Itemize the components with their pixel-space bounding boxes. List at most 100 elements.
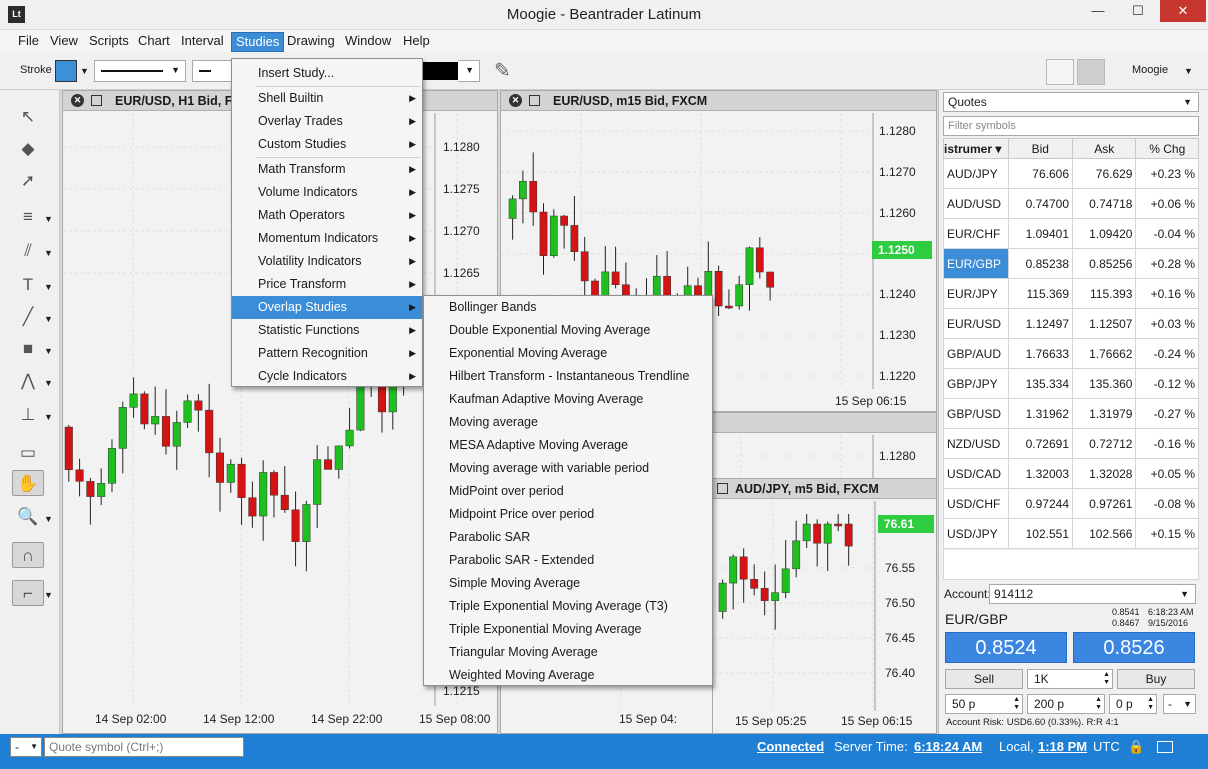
overlap-studies-item[interactable]: Exponential Moving Average <box>424 342 712 365</box>
studies-menu-item[interactable]: Math Transform <box>232 158 422 181</box>
overlap-studies-item[interactable]: Bollinger Bands <box>424 296 712 319</box>
studies-menu-item[interactable]: Pattern Recognition <box>232 342 422 365</box>
studies-menu-item[interactable]: Volatility Indicators <box>232 250 422 273</box>
maximize-button[interactable]: ☐ <box>1124 0 1152 22</box>
connection-status[interactable]: Connected <box>757 739 824 754</box>
menu-help[interactable]: Help <box>399 32 434 52</box>
quote-symbol-input[interactable]: Quote symbol (Ctrl+;) <box>44 737 244 757</box>
chart-audjpy-m5[interactable]: AUD/JPY, m5 Bid, FXCM 76.61 76.55 76.50 … <box>712 478 937 734</box>
lock-icon[interactable]: 🔒 <box>1128 739 1144 755</box>
server-time[interactable]: 6:18:24 AM <box>914 739 982 754</box>
overlap-studies-item[interactable]: Triple Exponential Moving Average <box>424 618 712 641</box>
quote-row[interactable]: USD/CAD 1.32003 1.32028 +0.05 % <box>943 458 1199 489</box>
local-time[interactable]: 1:18 PM <box>1038 739 1087 754</box>
trendline-icon[interactable]: ╱ <box>12 304 44 330</box>
arrow-tool-icon[interactable]: ➚ <box>12 168 44 194</box>
lock-draw-icon[interactable]: ⌐ <box>12 580 44 606</box>
quote-row[interactable]: USD/CHF 0.97244 0.97261 -0.08 % <box>943 488 1199 519</box>
menu-file[interactable]: File <box>14 32 43 52</box>
quote-type-select[interactable]: - ▼ <box>10 737 42 757</box>
overlap-studies-item[interactable]: Parabolic SAR <box>424 526 712 549</box>
buy-price-button[interactable]: 0.8526 <box>1073 632 1195 663</box>
studies-menu-item[interactable]: Insert Study... <box>232 62 422 85</box>
menu-chart[interactable]: Chart <box>134 32 174 52</box>
ruler-icon[interactable]: ▭ <box>12 440 44 466</box>
quote-row[interactable]: NZD/USD 0.72691 0.72712 -0.16 % <box>943 428 1199 459</box>
filter-symbols-input[interactable]: Filter symbols <box>943 116 1199 136</box>
quote-row[interactable]: USD/JPY 102.551 102.566 +0.15 % <box>943 518 1199 549</box>
studies-menu-item[interactable]: Custom Studies <box>232 133 422 156</box>
chevron-down-icon[interactable]: ▼ <box>80 66 89 76</box>
studies-menu-item[interactable]: Volume Indicators <box>232 181 422 204</box>
quote-row[interactable]: EUR/CHF 1.09401 1.09420 -0.04 % <box>943 218 1199 249</box>
studies-menu-item[interactable]: Math Operators <box>232 204 422 227</box>
lines-icon[interactable]: ≡ <box>12 204 44 230</box>
menu-scripts[interactable]: Scripts <box>85 32 133 52</box>
layout-split-button[interactable] <box>1077 59 1105 85</box>
text-icon[interactable]: T <box>12 272 44 298</box>
overlap-studies-item[interactable]: Triple Exponential Moving Average (T3) <box>424 595 712 618</box>
column-header-bid[interactable]: Bid <box>1007 138 1073 159</box>
chevron-down-icon[interactable]: ▼ <box>44 214 53 224</box>
quotes-select[interactable]: Quotes ▼ <box>943 92 1199 112</box>
chevron-down-icon[interactable]: ▼ <box>44 248 53 258</box>
slippage-stepper[interactable]: 0 p ▲ ▼ <box>1109 694 1157 714</box>
quote-row[interactable]: EUR/JPY 115.369 115.393 +0.16 % <box>943 278 1199 309</box>
quote-row[interactable]: GBP/AUD 1.76633 1.76662 -0.24 % <box>943 338 1199 369</box>
quantity-stepper[interactable]: 1K ▲ ▼ <box>1027 669 1113 689</box>
menu-studies[interactable]: Studies <box>231 32 285 52</box>
studies-menu-item[interactable]: Overlap Studies <box>232 296 422 319</box>
layout-single-button[interactable] <box>1046 59 1074 85</box>
menu-interval[interactable]: Interval <box>177 32 228 52</box>
studies-menu-item[interactable]: Shell Builtin <box>232 87 422 110</box>
window-icon[interactable] <box>1157 741 1173 753</box>
close-button[interactable]: ✕ <box>1160 0 1206 22</box>
overlap-studies-item[interactable]: Parabolic SAR - Extended <box>424 549 712 572</box>
buy-button[interactable]: Buy <box>1117 669 1195 689</box>
studies-menu-item[interactable]: Statistic Functions <box>232 319 422 342</box>
channel-icon[interactable]: ⫽ <box>12 238 44 264</box>
profile-select[interactable]: Moogie <box>1132 64 1168 76</box>
chevron-down-icon[interactable]: ▼ <box>44 514 53 524</box>
magnet-icon[interactable]: ∩ <box>12 542 44 568</box>
hand-icon[interactable]: ✋ <box>12 470 44 496</box>
stop-loss-stepper[interactable]: 50 p ▲ ▼ <box>945 694 1023 714</box>
quote-row[interactable]: EUR/USD 1.12497 1.12507 +0.03 % <box>943 308 1199 339</box>
pattern-icon[interactable]: ⋀ <box>12 368 44 394</box>
chevron-down-icon[interactable]: ▼ <box>44 282 53 292</box>
pointer-icon[interactable]: ↖ <box>12 104 44 130</box>
eyedropper-icon[interactable]: ✎ <box>494 58 511 83</box>
overlap-studies-item[interactable]: Moving average with variable period <box>424 457 712 480</box>
menu-drawing[interactable]: Drawing <box>283 32 339 52</box>
quote-row[interactable]: EUR/GBP 0.85238 0.85256 +0.28 % <box>943 248 1199 279</box>
column-header-instrument[interactable]: istrumer ▾ <box>943 138 1009 159</box>
overlap-studies-item[interactable]: Simple Moving Average <box>424 572 712 595</box>
quote-row[interactable]: AUD/USD 0.74700 0.74718 +0.06 % <box>943 188 1199 219</box>
fill-dropdown[interactable]: ▼ <box>458 60 480 82</box>
chevron-down-icon[interactable]: ▼ <box>44 590 53 600</box>
order-type-select[interactable]: - ▼ <box>1163 694 1196 714</box>
take-profit-stepper[interactable]: 200 p ▲ ▼ <box>1027 694 1105 714</box>
overlap-studies-item[interactable]: Weighted Moving Average <box>424 664 712 687</box>
minimize-button[interactable]: — <box>1084 0 1112 22</box>
chevron-down-icon[interactable]: ▼ <box>1184 66 1193 76</box>
stamp-icon[interactable]: ⊥ <box>12 402 44 428</box>
overlap-studies-item[interactable]: MidPoint over period <box>424 480 712 503</box>
line-width-select[interactable] <box>192 60 234 82</box>
column-header-chg[interactable]: % Chg <box>1135 138 1199 159</box>
overlap-studies-item[interactable]: Hilbert Transform - Instantaneous Trendl… <box>424 365 712 388</box>
quote-row[interactable]: GBP/USD 1.31962 1.31979 -0.27 % <box>943 398 1199 429</box>
chevron-down-icon[interactable]: ▼ <box>44 346 53 356</box>
rectangle-icon[interactable]: ■ <box>12 336 44 362</box>
sell-price-button[interactable]: 0.8524 <box>945 632 1067 663</box>
chevron-down-icon[interactable]: ▼ <box>44 314 53 324</box>
studies-menu-item[interactable]: Overlay Trades <box>232 110 422 133</box>
chevron-down-icon[interactable]: ▼ <box>44 378 53 388</box>
overlap-studies-item[interactable]: Triangular Moving Average <box>424 641 712 664</box>
account-select[interactable]: 914112 ▼ <box>989 584 1196 604</box>
studies-menu-item[interactable]: Cycle Indicators <box>232 365 422 388</box>
overlap-studies-item[interactable]: Midpoint Price over period <box>424 503 712 526</box>
column-header-ask[interactable]: Ask <box>1071 138 1137 159</box>
chevron-down-icon[interactable]: ▼ <box>44 412 53 422</box>
eraser-icon[interactable]: ◆ <box>12 136 44 162</box>
